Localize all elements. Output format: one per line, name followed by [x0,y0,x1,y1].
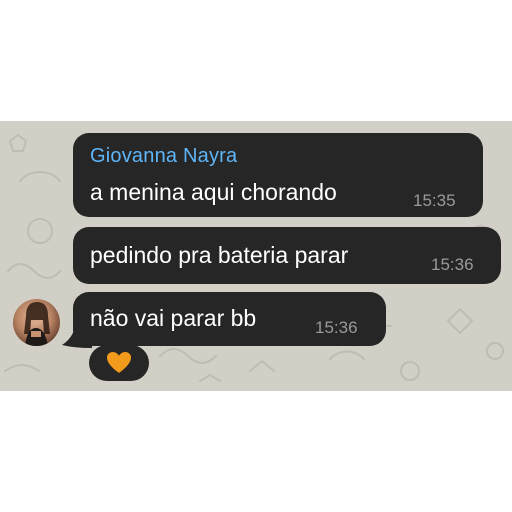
message-text: não vai parar bb [90,305,257,331]
avatar-photo-icon [24,302,50,346]
sender-avatar[interactable] [13,299,60,346]
message-text: a menina aqui chorando [90,179,337,205]
reaction-chip[interactable] [89,345,149,381]
message-timestamp: 15:36 [315,318,358,337]
message-timestamp: 15:36 [431,255,474,274]
message-text: pedindo pra bateria parar [90,242,349,268]
message-timestamp: 15:35 [413,191,456,210]
orange-heart-icon [107,352,131,373]
message-bubble[interactable]: Giovanna Nayra a menina aqui chorando 15… [73,133,483,217]
message-bubble[interactable]: não vai parar bb 15:36 [73,292,386,346]
message-bubble[interactable]: pedindo pra bateria parar 15:36 [73,227,501,284]
sender-name[interactable]: Giovanna Nayra [90,145,237,168]
